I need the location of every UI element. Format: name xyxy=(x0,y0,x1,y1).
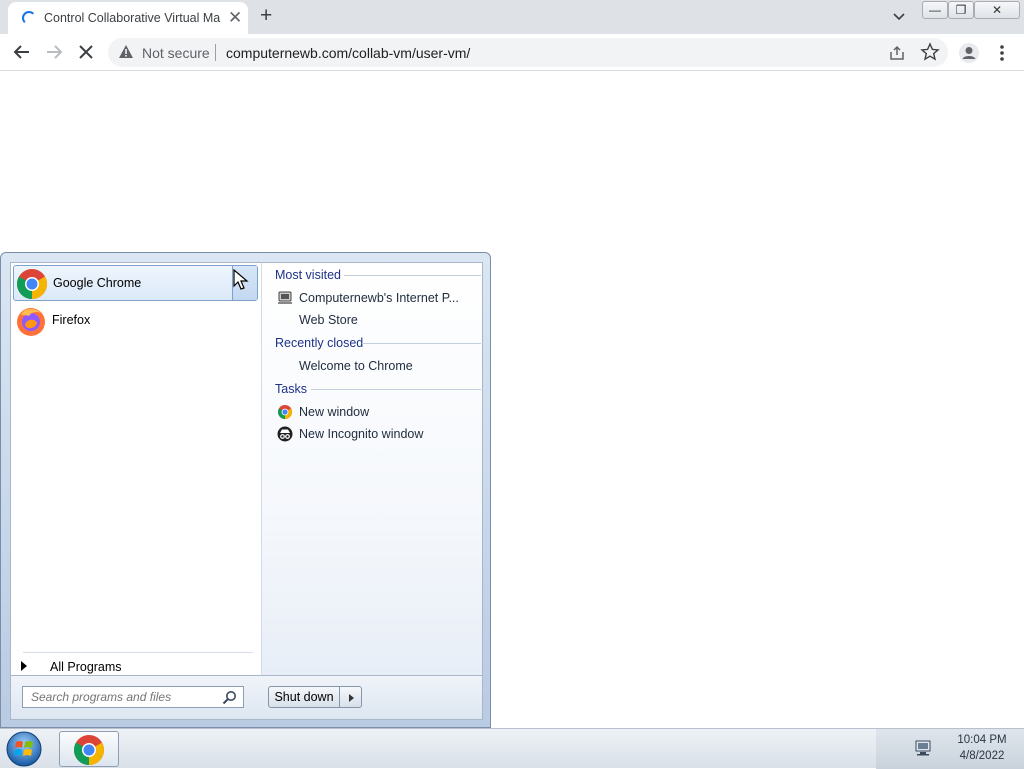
jump-item-label: New window xyxy=(299,405,370,419)
jump-item-label: Web Store xyxy=(299,313,358,327)
jump-item-label: New Incognito window xyxy=(299,427,424,441)
chrome-icon xyxy=(278,405,292,419)
jump-item-welcome-to-chrome[interactable]: Welcome to Chrome xyxy=(275,356,480,376)
loading-spinner-icon xyxy=(22,11,36,25)
all-programs-label: All Programs xyxy=(50,660,122,674)
forward-arrow-icon[interactable] xyxy=(42,40,66,64)
all-programs-divider xyxy=(23,652,253,653)
window-close-button[interactable]: ✕ xyxy=(974,1,1020,19)
address-divider xyxy=(215,44,216,61)
warning-triangle-icon[interactable] xyxy=(118,44,134,60)
program-label: Google Chrome xyxy=(53,276,142,290)
browser-toolbar: Not secure computernewb.com/collab-vm/us… xyxy=(0,34,1024,71)
chrome-jump-list: Most visited Computernewb's Internet P..… xyxy=(261,262,483,676)
mouse-cursor-icon xyxy=(233,269,249,290)
back-arrow-icon[interactable] xyxy=(10,40,34,64)
start-menu-bottom-bar: Shut down xyxy=(10,676,483,720)
window-restore-button[interactable]: ❐ xyxy=(948,1,974,19)
clock-date: 4/8/2022 xyxy=(959,750,1005,762)
tab-title: Control Collaborative Virtual Ma xyxy=(44,11,221,25)
url-text[interactable]: computernewb.com/collab-vm/user-vm/ xyxy=(226,45,470,61)
program-label: Firefox xyxy=(52,313,91,327)
bookmark-star-icon[interactable] xyxy=(920,42,940,62)
section-divider xyxy=(311,389,481,390)
program-firefox[interactable]: Firefox xyxy=(13,303,258,339)
new-tab-button[interactable]: + xyxy=(260,4,272,28)
taskbar-chrome-button[interactable] xyxy=(59,731,119,767)
tab-close-button[interactable]: ✕ xyxy=(228,8,242,28)
system-tray: 10:04 PM 4/8/2022 xyxy=(876,729,1024,769)
computernewb-icon xyxy=(278,291,292,304)
section-divider xyxy=(362,343,481,344)
clock-time: 10:04 PM xyxy=(957,734,1007,746)
start-menu: Google Chrome Firefox All Programs Most … xyxy=(0,252,491,728)
start-button-windows-icon[interactable] xyxy=(5,730,43,768)
program-google-chrome[interactable]: Google Chrome xyxy=(13,265,258,301)
network-icon[interactable] xyxy=(914,739,932,757)
most-visited-heading: Most visited xyxy=(275,268,341,282)
search-programs-input[interactable] xyxy=(23,687,213,707)
profile-avatar-icon[interactable] xyxy=(958,42,980,64)
jump-item-label: Welcome to Chrome xyxy=(299,359,413,373)
section-divider xyxy=(344,275,481,276)
window-minimize-button[interactable]: — xyxy=(922,1,948,19)
jump-item-label: Computernewb's Internet P... xyxy=(299,291,459,305)
shut-down-options-button[interactable] xyxy=(340,686,362,708)
shut-down-button[interactable]: Shut down xyxy=(268,686,340,708)
chrome-icon xyxy=(16,269,48,299)
jump-item-web-store[interactable]: Web Store xyxy=(275,310,480,330)
taskbar-clock[interactable]: 10:04 PM 4/8/2022 xyxy=(940,732,1024,764)
browser-tab-strip: Control Collaborative Virtual Ma ✕ + — ❐… xyxy=(0,0,1024,34)
tab-search-icon[interactable] xyxy=(890,7,908,25)
triangle-right-icon xyxy=(349,694,354,702)
chrome-icon xyxy=(73,735,105,765)
search-icon[interactable] xyxy=(222,690,237,705)
taskbar: 10:04 PM 4/8/2022 xyxy=(0,728,1024,769)
browser-tab[interactable]: Control Collaborative Virtual Ma ✕ xyxy=(8,2,248,34)
browser-menu-icon[interactable] xyxy=(994,42,1010,64)
recently-closed-heading: Recently closed xyxy=(275,336,364,350)
incognito-icon xyxy=(277,426,293,442)
search-box[interactable] xyxy=(22,686,244,708)
triangle-right-icon xyxy=(21,661,27,671)
jump-task-new-incognito-window[interactable]: New Incognito window xyxy=(275,424,480,444)
firefox-icon xyxy=(17,308,45,336)
jump-task-new-window[interactable]: New window xyxy=(275,402,480,422)
jump-item-computernewb[interactable]: Computernewb's Internet P... xyxy=(275,288,480,308)
share-icon[interactable] xyxy=(888,44,906,62)
address-bar[interactable]: Not secure computernewb.com/collab-vm/us… xyxy=(108,38,948,67)
all-programs-button[interactable]: All Programs xyxy=(17,658,257,678)
start-menu-programs-pane: Google Chrome Firefox All Programs xyxy=(10,262,261,676)
not-secure-label[interactable]: Not secure xyxy=(142,45,210,61)
tasks-heading: Tasks xyxy=(275,382,307,396)
stop-loading-icon[interactable] xyxy=(74,40,98,64)
